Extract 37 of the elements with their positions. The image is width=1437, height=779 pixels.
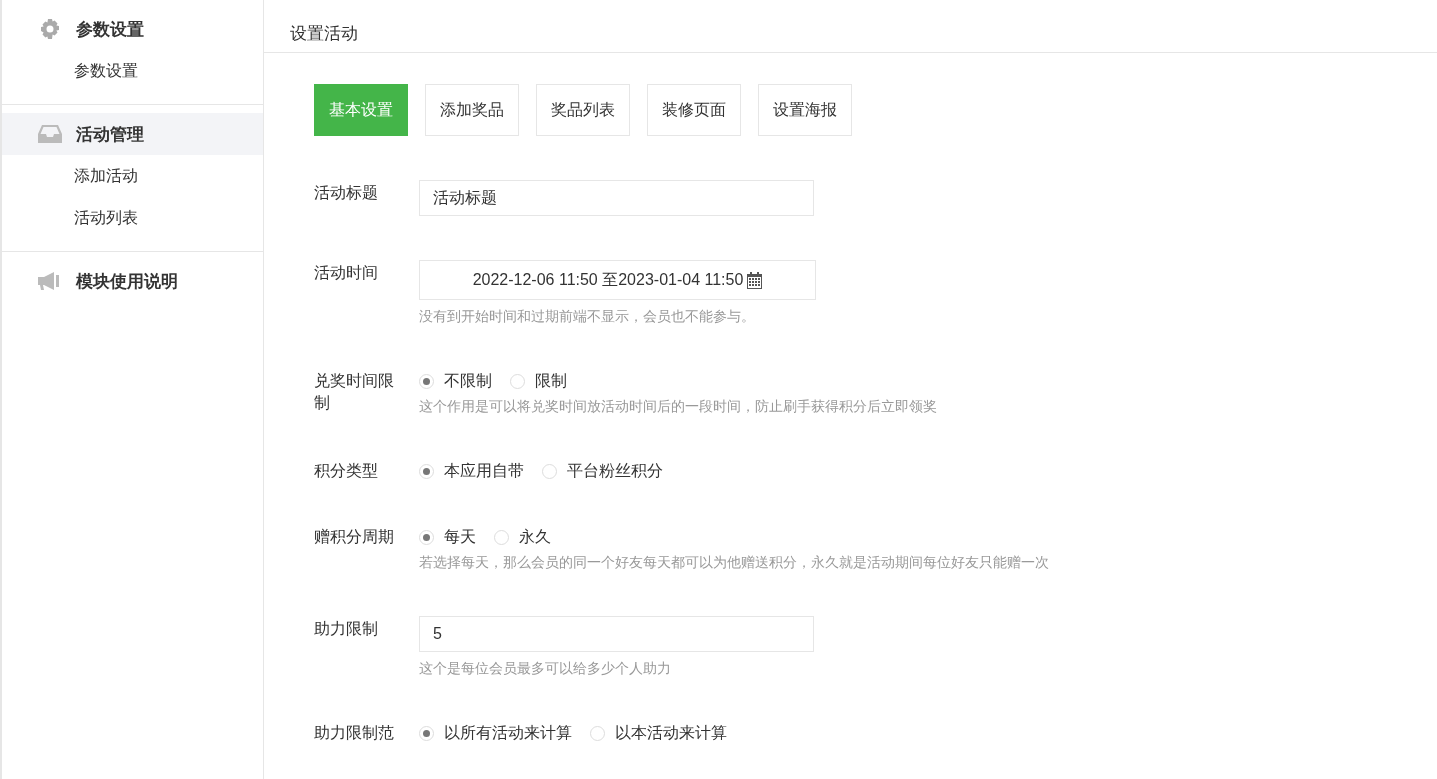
radio-option[interactable]: 永久	[494, 526, 551, 548]
field-label: 助力限制	[314, 619, 379, 639]
field-label: 助力限制范	[314, 723, 395, 743]
tab[interactable]: 奖品列表	[536, 84, 630, 136]
page-title: 设置活动	[264, 0, 1437, 53]
hint-text: 这个是每位会员最多可以给多少个人助力	[419, 660, 672, 678]
gear-icon	[39, 18, 61, 40]
calendar-icon	[747, 271, 763, 289]
tab[interactable]: 添加奖品	[425, 84, 519, 136]
inbox-icon	[38, 124, 62, 144]
sidebar-item[interactable]: 添加活动	[2, 155, 263, 197]
radio-option[interactable]: 限制	[510, 370, 567, 392]
sidebar-group[interactable]: 活动管理	[2, 113, 263, 155]
hint-text: 没有到开始时间和过期前端不显示，会员也不能参与。	[419, 308, 756, 326]
radio-option[interactable]: 不限制	[419, 370, 492, 392]
radio-option[interactable]: 以所有活动来计算	[419, 722, 572, 744]
sidebar-item[interactable]: 活动列表	[2, 197, 263, 239]
tab[interactable]: 设置海报	[758, 84, 852, 136]
sidebar-group[interactable]: 模块使用说明	[2, 260, 263, 302]
radio-option[interactable]: 每天	[419, 526, 476, 548]
date-range-field[interactable]: 2022-12-06 11:50 至2023-01-04 11:50	[419, 260, 816, 300]
sidebar-group[interactable]: 参数设置	[2, 8, 263, 50]
radio-option[interactable]: 平台粉丝积分	[542, 460, 663, 482]
sidebar-item[interactable]: 参数设置	[2, 50, 263, 92]
field-label: 兑奖时间限制	[314, 371, 395, 413]
text-field[interactable]: 5	[419, 616, 814, 652]
radio-option[interactable]: 本应用自带	[419, 460, 524, 482]
field-label: 活动时间	[314, 263, 379, 283]
field-label: 积分类型	[314, 461, 379, 481]
radio-option[interactable]: 以本活动来计算	[590, 722, 727, 744]
tab[interactable]: 装修页面	[647, 84, 741, 136]
megaphone-icon	[38, 271, 62, 291]
field-label: 赠积分周期	[314, 527, 395, 547]
field-label: 活动标题	[314, 183, 379, 203]
hint-text: 这个作用是可以将兑奖时间放活动时间后的一段时间，防止刷手获得积分后立即领奖	[419, 398, 937, 416]
text-field[interactable]: 活动标题	[419, 180, 814, 216]
hint-text: 若选择每天，那么会员的同一个好友每天都可以为他赠送积分，永久就是活动期间每位好友只能赠一次	[419, 554, 1049, 572]
